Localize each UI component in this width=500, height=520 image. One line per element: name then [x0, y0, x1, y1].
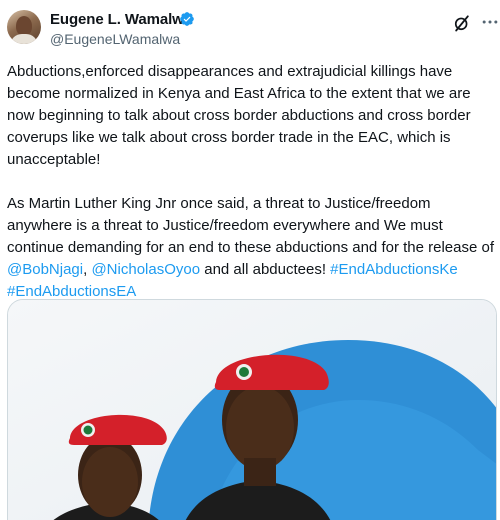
hashtag-endabductionske[interactable]: #EndAbductionsKe — [330, 261, 458, 278]
tweet-text: Abductions,enforced disappearances and e… — [7, 61, 497, 303]
more-options-icon[interactable] — [480, 12, 500, 32]
mention-bobnjagi[interactable]: @BobNjagi — [7, 261, 83, 278]
grok-icon[interactable] — [452, 13, 472, 33]
mention-nicholasoyoo[interactable]: @NicholasOyoo — [91, 261, 200, 278]
tweet-paragraph-1: Abductions,enforced disappearances and e… — [7, 63, 471, 168]
photo-illustration — [8, 300, 496, 520]
tweet-header: Eugene L. Wamalwa @EugeneLWamalwa — [0, 0, 500, 56]
author-avatar[interactable] — [7, 10, 41, 44]
avatar-shirt — [10, 34, 38, 44]
paragraph-2-intro: As Martin Luther King Jnr once said, a t… — [7, 195, 495, 256]
author-handle[interactable]: @EugeneLWamalwa — [50, 31, 180, 47]
hashtag-endabductionsea[interactable]: #EndAbductionsEA — [7, 283, 136, 300]
paragraph-2-mid: and all abductees! — [200, 261, 331, 278]
author-display-name[interactable]: Eugene L. Wamalwa — [50, 11, 192, 28]
tweet-media-photo[interactable] — [7, 299, 497, 520]
avatar-face — [16, 16, 32, 36]
verified-badge-icon — [180, 12, 194, 26]
tweet-paragraph-2: As Martin Luther King Jnr once said, a t… — [7, 193, 497, 303]
